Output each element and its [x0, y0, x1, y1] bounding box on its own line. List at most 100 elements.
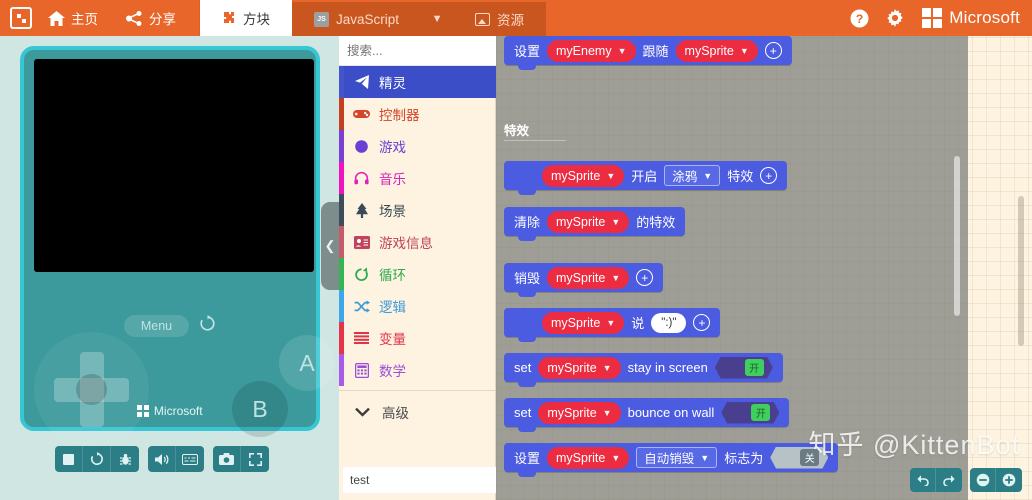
dropdown-mysprite[interactable]: mySprite ▼ [542, 311, 625, 334]
toggle-on-off[interactable]: 开 [721, 401, 780, 424]
text-input-say[interactable]: ":)" [651, 312, 687, 333]
category-color-strip [339, 322, 344, 354]
microsoft-brand[interactable]: Microsoft [914, 8, 1020, 28]
block-bounce-on-wall[interactable]: set mySprite ▼ bounce on wall 开 [504, 398, 790, 432]
block-clear-effects[interactable]: 清除 mySprite ▼ 的特效 [504, 207, 686, 241]
dropdown-label: 自动销毁 [644, 452, 695, 466]
toolbox-category-controller[interactable]: 控制器 [339, 98, 496, 130]
block-start-effect[interactable]: mySprite ▼ 开启 涂鸦 ▼ 特效 + [504, 161, 788, 195]
block-text: set [514, 405, 532, 420]
expand-plus-icon[interactable]: + [760, 167, 778, 184]
zoom-in-button[interactable] [996, 468, 1022, 492]
category-color-strip [339, 194, 344, 226]
block-stay-in-screen[interactable]: set mySprite ▼ stay in screen 开 [504, 353, 783, 387]
stop-button[interactable] [55, 446, 83, 472]
device-reset-button[interactable] [199, 315, 216, 332]
dropdown-mysprite[interactable]: mySprite ▼ [538, 356, 621, 379]
dropdown-label: mySprite [551, 315, 601, 330]
block-destroy-sprite[interactable]: 销毁 mySprite ▼ + [504, 263, 664, 297]
image-icon [475, 12, 491, 26]
toolbox-category-sprites[interactable]: 精灵 [339, 66, 496, 98]
menu-button[interactable]: Menu [124, 315, 189, 337]
block-auto-destroy-flag[interactable]: 设置 mySprite ▼ 自动销毁 ▼ 标志为 关 [504, 443, 839, 477]
dropdown-label: mySprite [684, 43, 734, 58]
toolbox-category-loops[interactable]: 循环 [339, 258, 496, 290]
toolbox-category-game[interactable]: 游戏 [339, 130, 496, 162]
tab-assets[interactable]: 资源 [453, 2, 547, 36]
simulator-screen[interactable] [34, 59, 314, 272]
id-card-icon [353, 235, 370, 249]
collapse-simulator-handle[interactable]: ❮ [321, 202, 339, 290]
expand-plus-icon[interactable]: + [764, 42, 782, 59]
dropdown-mysprite[interactable]: mySprite ▼ [542, 164, 625, 187]
toggle-on-off[interactable]: 开 [714, 356, 773, 379]
undo-redo-group [910, 468, 962, 492]
block-text: stay in screen [627, 360, 708, 375]
search-input[interactable] [347, 43, 508, 58]
help-button[interactable]: ? [842, 0, 876, 36]
toolbox-category-gameinfo[interactable]: 游戏信息 [339, 226, 496, 258]
dropdown-myenemy[interactable]: myEnemy ▼ [547, 39, 636, 62]
debug-button[interactable] [111, 446, 139, 472]
dropdown-effect[interactable]: 涂鸦 ▼ [664, 165, 721, 186]
flyout-scrollbar[interactable] [954, 156, 960, 316]
block-text: set [514, 360, 532, 375]
category-label: 精灵 [379, 76, 406, 91]
svg-text:?: ? [856, 12, 863, 26]
blocks-workspace[interactable]: 设置 myEnemy ▼ 跟随 mySprite ▼ + 特效 mySprite ▼ … [496, 36, 1032, 500]
toolbox-category-math[interactable]: 数学 [339, 354, 496, 386]
screenshot-button[interactable] [213, 446, 241, 472]
chevron-down-icon: ▼ [606, 317, 616, 328]
dropdown-mysprite[interactable]: mySprite ▼ [675, 39, 758, 62]
toolbox-category-list: 精灵 控制器 游戏 音乐 场景 游戏信息 循环 逻辑 变量 数学 高级 [339, 66, 496, 429]
block-text: 开启 [631, 169, 658, 184]
restart-button[interactable] [83, 446, 111, 472]
toolbox-category-music[interactable]: 音乐 [339, 162, 496, 194]
workspace-controls [910, 468, 1022, 492]
undo-icon [916, 474, 930, 486]
project-name-input[interactable] [343, 467, 512, 493]
toolbox-category-advanced[interactable]: 高级 [339, 395, 496, 429]
chevron-down-icon [355, 407, 370, 417]
block-text: 的特效 [636, 215, 676, 230]
category-color-strip [339, 290, 344, 322]
slider-button[interactable] [176, 446, 204, 472]
toolbox-divider [339, 390, 496, 391]
project-row [343, 467, 549, 493]
undo-button[interactable] [910, 468, 936, 492]
redo-button[interactable] [936, 468, 962, 492]
device-brand-label: Microsoft [153, 404, 203, 418]
block-set-follow[interactable]: 设置 myEnemy ▼ 跟随 mySprite ▼ + [504, 36, 792, 70]
arcade-device-frame: Menu A B Microsoft [20, 46, 335, 447]
button-a[interactable]: A [279, 335, 335, 391]
toolbox-category-logic[interactable]: 逻辑 [339, 290, 496, 322]
dropdown-mysprite[interactable]: mySprite ▼ [547, 446, 630, 469]
home-button[interactable]: 主页 [36, 0, 110, 36]
category-label: 循环 [379, 268, 406, 283]
dropdown-mysprite[interactable]: mySprite ▼ [547, 210, 630, 233]
mute-button[interactable] [148, 446, 176, 472]
search-container [339, 36, 522, 66]
expand-plus-icon[interactable]: + [636, 269, 654, 286]
block-text: 设置 [514, 44, 541, 59]
block-sprite-say[interactable]: mySprite ▼ 说 ":)" + [504, 308, 721, 342]
tab-blocks[interactable]: 方块 [200, 0, 292, 36]
dropdown-flag[interactable]: 自动销毁 ▼ [636, 447, 718, 468]
zoom-out-button[interactable] [970, 468, 996, 492]
chevron-down-icon[interactable]: ▼ [421, 2, 454, 36]
toggle-on-off[interactable]: 关 [770, 446, 829, 469]
slider-icon [182, 453, 198, 465]
toolbox-category-scene[interactable]: 场景 [339, 194, 496, 226]
toolbox-category-variables[interactable]: 变量 [339, 322, 496, 354]
tab-javascript[interactable]: JS JavaScript [292, 2, 422, 36]
dropdown-mysprite[interactable]: mySprite ▼ [538, 401, 621, 424]
chevron-down-icon: ▼ [703, 170, 713, 181]
workspace-scrollbar[interactable] [1018, 196, 1024, 346]
fullscreen-button[interactable] [241, 446, 269, 472]
settings-button[interactable] [878, 0, 912, 36]
category-color-strip [339, 354, 344, 386]
share-button[interactable]: 分享 [114, 0, 188, 36]
expand-plus-icon[interactable]: + [693, 314, 711, 331]
dropdown-mysprite[interactable]: mySprite ▼ [547, 266, 630, 289]
makecode-logo-icon[interactable] [10, 7, 32, 29]
